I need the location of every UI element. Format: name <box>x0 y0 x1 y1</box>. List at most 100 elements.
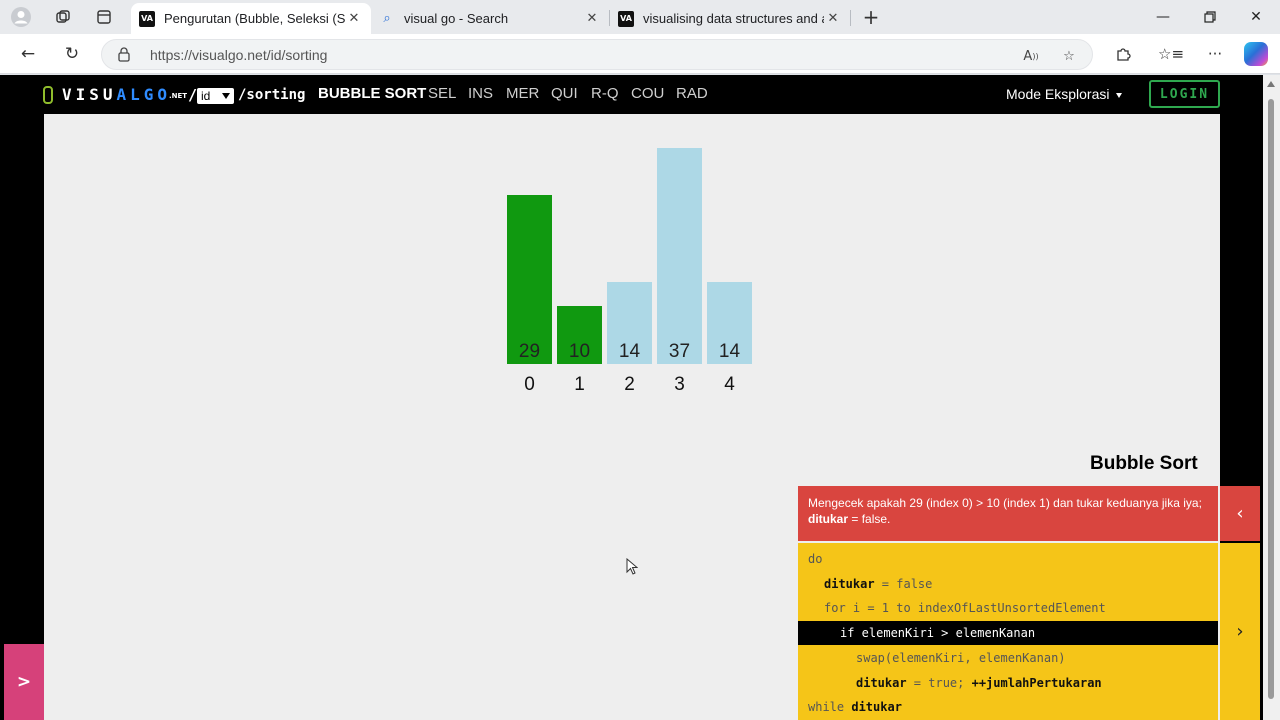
favorites-icon[interactable]: ☆≡ <box>1158 42 1184 66</box>
url-text: https://visualgo.net/id/sorting <box>150 47 328 63</box>
status-bold: ditukar <box>808 512 849 526</box>
tab-pengurutan[interactable]: VA Pengurutan (Bubble, Seleksi (Seleksi … <box>131 3 371 34</box>
language-value: id <box>201 89 211 103</box>
bar-index-label: 1 <box>574 374 585 395</box>
bar-index-label: 4 <box>724 374 735 395</box>
tab-visualising-data-structures[interactable]: VA visualising data structures and algor… <box>610 3 850 34</box>
bar-index-label: 3 <box>674 374 685 395</box>
minimize-icon[interactable]: — <box>1140 4 1186 30</box>
bar-value-label: 37 <box>669 341 690 362</box>
logo-slash: / <box>188 86 198 104</box>
code-token: swap(elemenKiri, elemenKanan) <box>856 651 1066 665</box>
restore-icon[interactable] <box>1187 4 1233 30</box>
pseudocode-panel: do ditukar = false for i = 1 to indexOfLas… <box>798 543 1218 720</box>
visualgo-favicon-icon: VA <box>618 10 634 27</box>
chevron-down-icon <box>1115 92 1122 98</box>
code-token: do <box>808 552 823 566</box>
address-bar: ← ↻ https://visualgo.net/id/sorting A)) … <box>0 34 1280 74</box>
code-token: while <box>808 700 852 714</box>
page-scrollbar[interactable] <box>1263 75 1280 720</box>
code-token: = false <box>874 577 933 591</box>
mouse-cursor-icon <box>626 557 639 581</box>
sorting-path: /sorting <box>238 87 306 103</box>
bar-value-label: 10 <box>569 341 590 362</box>
tab-qui[interactable]: QUI <box>551 85 578 102</box>
visualgo-logo[interactable]: VISUALGO <box>62 85 171 104</box>
collapse-code-chevron-right-icon[interactable]: › <box>1220 543 1260 720</box>
copilot-icon[interactable] <box>1244 42 1268 66</box>
close-icon[interactable]: ✕ <box>345 11 363 26</box>
logo-net: .NET <box>169 92 188 100</box>
status-message: Mengecek apakah 29 (index 0) > 10 (index… <box>798 486 1218 541</box>
visualgo-logo-icon <box>43 86 53 104</box>
algorithm-title: Bubble Sort <box>1090 453 1198 474</box>
tab-title: visual go - Search <box>404 11 509 26</box>
code-token: ditukar <box>824 577 875 591</box>
tab-rad[interactable]: RAD <box>676 85 708 102</box>
more-menu-icon[interactable]: ··· <box>1202 42 1228 66</box>
mode-dropdown[interactable]: Mode Eksplorasi <box>1006 86 1122 102</box>
tab-ins[interactable]: INS <box>468 85 493 102</box>
tab-r-q[interactable]: R-Q <box>591 85 619 102</box>
code-token: ditukar <box>851 700 902 714</box>
scrollbar-thumb[interactable] <box>1268 99 1274 699</box>
extensions-icon-svg <box>1117 48 1131 61</box>
workspaces-icon-svg <box>56 10 70 23</box>
code-line: ditukar = false <box>798 572 1218 596</box>
status-suffix: = false. <box>851 512 891 526</box>
url-input[interactable]: https://visualgo.net/id/sorting A)) ☆ <box>101 39 1093 70</box>
language-select[interactable]: id <box>197 88 234 104</box>
bar-value-label: 29 <box>519 341 540 362</box>
profile-icon[interactable] <box>8 5 34 29</box>
code-line: swap(elemenKiri, elemenKanan) <box>798 646 1218 670</box>
browser-tab-strip: VA Pengurutan (Bubble, Seleksi (Seleksi … <box>0 0 1280 34</box>
web-viewport: VISUALGO .NET / id /sorting BUBBLE SORT … <box>0 75 1280 720</box>
close-icon[interactable]: ✕ <box>824 11 842 26</box>
expand-left-panel-button[interactable]: > <box>4 644 44 720</box>
bar-value-label: 14 <box>619 341 641 362</box>
visualgo-favicon-icon: VA <box>139 10 155 27</box>
profile-icon-svg <box>11 7 31 27</box>
code-token: if elemenKiri > elemenKanan <box>840 626 1036 640</box>
refresh-icon[interactable]: ↻ <box>58 41 86 67</box>
search-favicon-icon: ⌕ <box>383 11 391 26</box>
bar-index-label: 0 <box>524 374 535 395</box>
bar-value-label: 14 <box>719 341 741 362</box>
restore-icon-svg <box>1204 11 1216 23</box>
bar-0 <box>507 195 552 364</box>
read-aloud-icon[interactable]: A)) <box>1020 46 1042 66</box>
chevron-down-icon <box>222 93 230 99</box>
code-token: = true; <box>906 676 972 690</box>
scroll-up-icon[interactable] <box>1267 81 1275 87</box>
tab-cou[interactable]: COU <box>631 85 664 102</box>
login-button[interactable]: LOGIN <box>1149 80 1220 108</box>
tab-mer[interactable]: MER <box>506 85 539 102</box>
visualgo-top-bar: VISUALGO .NET / id /sorting BUBBLE SORT … <box>4 75 1263 114</box>
tab-visual-go-search[interactable]: ⌕ visual go - Search ✕ <box>371 3 609 34</box>
bar-chart: 29 0 10 1 14 2 37 3 14 4 <box>507 148 752 395</box>
mode-label: Mode Eksplorasi <box>1006 86 1110 102</box>
lock-icon <box>118 46 132 64</box>
logo-algo: ALGO <box>116 85 172 104</box>
tab-separator <box>850 10 851 26</box>
mouse-cursor-svg <box>626 557 639 575</box>
tab-actions-icon[interactable] <box>91 5 117 29</box>
tab-title: visualising data structures and algorith… <box>643 11 824 26</box>
new-tab-plus-icon[interactable]: + <box>858 5 884 29</box>
tab-bubble-sort[interactable]: BUBBLE SORT <box>318 85 426 102</box>
bar-3 <box>657 148 702 364</box>
tab-actions-icon-svg <box>97 10 111 24</box>
extensions-icon[interactable] <box>1110 42 1136 66</box>
code-line: if elemenKiri > elemenKanan <box>798 621 1218 645</box>
close-icon[interactable]: ✕ <box>583 11 601 26</box>
code-line: while ditukar <box>798 695 1218 719</box>
tab-sel[interactable]: SEL <box>428 85 456 102</box>
bar-index-label: 2 <box>624 374 635 395</box>
lock-icon-svg <box>118 47 130 62</box>
collapse-status-chevron-left-icon[interactable]: ‹ <box>1220 486 1260 541</box>
workspaces-icon[interactable] <box>50 5 76 29</box>
back-arrow-icon[interactable]: ← <box>14 41 42 67</box>
window-close-icon[interactable]: ✕ <box>1233 4 1279 30</box>
favorite-star-icon[interactable]: ☆ <box>1058 46 1080 66</box>
status-prefix: Mengecek apakah 29 (index 0) > 10 (index… <box>808 496 1202 510</box>
